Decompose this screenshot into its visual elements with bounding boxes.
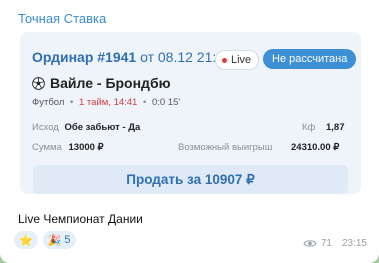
live-dot-icon [222, 57, 227, 63]
reaction-count: 5 [64, 234, 71, 246]
eye-icon [303, 240, 317, 247]
sport-label: Футбол [32, 97, 65, 108]
view-count: 71 [320, 238, 332, 249]
meta-separator: • [70, 97, 74, 108]
match-time: 1 тайм, 14:41 [79, 97, 138, 108]
channel-name[interactable]: Точная Ставка [18, 11, 106, 26]
win-label: Возможный выигрыш [178, 142, 273, 153]
order-title: Ординар #1941 от 08.12 21:15 [32, 49, 232, 65]
match-row: Вайле - Брондбю [32, 75, 171, 91]
bet-card-inner: Ординар #1941 от 08.12 21:15 Live Не рас… [32, 42, 357, 194]
win-value: 24310.00 ₽ [291, 142, 340, 153]
reactions-bar: ⭐ 🎉 5 [14, 231, 76, 249]
message-caption: Live Чемпионат Дании [18, 212, 143, 226]
sum-label: Сумма [32, 142, 62, 153]
sell-button[interactable]: Продать за 10907 ₽ [33, 165, 348, 194]
match-score: 0:0 15' [151, 97, 181, 108]
reaction-star[interactable]: ⭐ [14, 231, 38, 249]
soccer-ball-icon [32, 76, 45, 90]
party-popper-icon: 🎉 [47, 234, 62, 247]
sum-value: 13000 ₽ [68, 142, 104, 153]
outcome-label: Исход [32, 122, 59, 133]
reaction-party[interactable]: 🎉 5 [42, 231, 76, 249]
coef-label: Кф [302, 122, 316, 133]
star-icon: ⭐ [19, 234, 33, 247]
bet-card: Ординар #1941 от 08.12 21:15 Live Не рас… [20, 32, 361, 194]
sum-row: Сумма 13000 ₽ Возможный выигрыш 24310.00… [32, 142, 348, 153]
live-badge: Live [215, 50, 260, 70]
match-meta: Футбол • 1 тайм, 14:41 • 0:0 15' [32, 97, 180, 108]
message-bubble: Точная Ставка Ординар #1941 от 08.12 21:… [0, 0, 379, 263]
status-badge: Не рассчитана [263, 49, 357, 69]
live-badge-label: Live [231, 54, 252, 66]
message-footer: 71 23:15 [303, 238, 367, 249]
message-time: 23:15 [341, 238, 367, 249]
outcome-row: Исход Обе забьют - Да Кф 1,87 [32, 122, 348, 133]
match-name: Вайле - Брондбю [50, 75, 171, 91]
meta-separator: • [142, 97, 147, 108]
coef-value: 1,87 [326, 122, 345, 133]
order-number: Ординар #1941 [32, 49, 137, 65]
outcome-value: Обе забьют - Да [64, 122, 141, 133]
